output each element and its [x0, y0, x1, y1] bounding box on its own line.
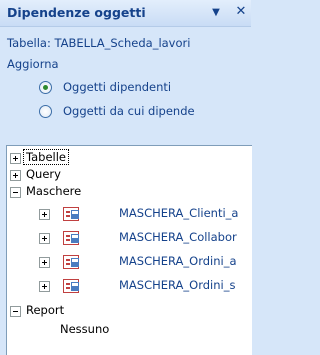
- tree-label[interactable]: MASCHERA_Ordini_s: [119, 278, 235, 292]
- form-icon: [63, 207, 79, 221]
- tree-label[interactable]: MASCHERA_Ordini_a: [119, 254, 237, 268]
- tree-node-form-item[interactable]: MASCHERA_Ordini_a: [39, 254, 252, 270]
- collapse-minus-icon[interactable]: [10, 306, 21, 317]
- form-icon: [63, 279, 79, 293]
- table-link[interactable]: Tabella: TABELLA_Scheda_lavori: [7, 36, 190, 50]
- panel-title: Dipendenze oggetti: [7, 5, 146, 20]
- form-icon: [63, 255, 79, 269]
- refresh-link[interactable]: Aggiorna: [7, 57, 59, 71]
- option-label: Oggetti dipendenti: [63, 80, 172, 94]
- option-label: Oggetti da cui dipende: [63, 104, 195, 118]
- tree-label: Query: [26, 167, 61, 181]
- dependency-tree: Tabelle Query Maschere MASCHERA_Clienti_…: [6, 145, 252, 355]
- tree-label[interactable]: MASCHERA_Collabor: [119, 230, 237, 244]
- tree-label: Report: [26, 303, 65, 317]
- tree-node-form-item[interactable]: MASCHERA_Ordini_s: [39, 278, 252, 294]
- radio-selected-icon[interactable]: [39, 81, 52, 94]
- panel-title-bar: Dipendenze oggetti ▼ ✕: [0, 0, 251, 27]
- expand-plus-icon[interactable]: [10, 153, 21, 164]
- expand-plus-icon[interactable]: [39, 257, 50, 268]
- expand-plus-icon[interactable]: [39, 233, 50, 244]
- tree-node-form-item[interactable]: MASCHERA_Collabor: [39, 230, 252, 246]
- expand-plus-icon[interactable]: [39, 281, 50, 292]
- tree-label[interactable]: MASCHERA_Clienti_a: [119, 206, 238, 220]
- dropdown-arrow-icon[interactable]: ▼: [209, 5, 223, 21]
- expand-plus-icon[interactable]: [39, 209, 50, 220]
- form-icon: [63, 231, 79, 245]
- tree-label: Nessuno: [60, 322, 110, 336]
- tree-label: Tabelle: [22, 149, 70, 165]
- close-icon[interactable]: ✕: [233, 4, 249, 20]
- tree-label: Maschere: [26, 184, 82, 198]
- collapse-minus-icon[interactable]: [10, 187, 21, 198]
- radio-unselected-icon[interactable]: [39, 105, 52, 118]
- tree-node-form-item[interactable]: MASCHERA_Clienti_a: [39, 206, 252, 222]
- expand-plus-icon[interactable]: [10, 170, 21, 181]
